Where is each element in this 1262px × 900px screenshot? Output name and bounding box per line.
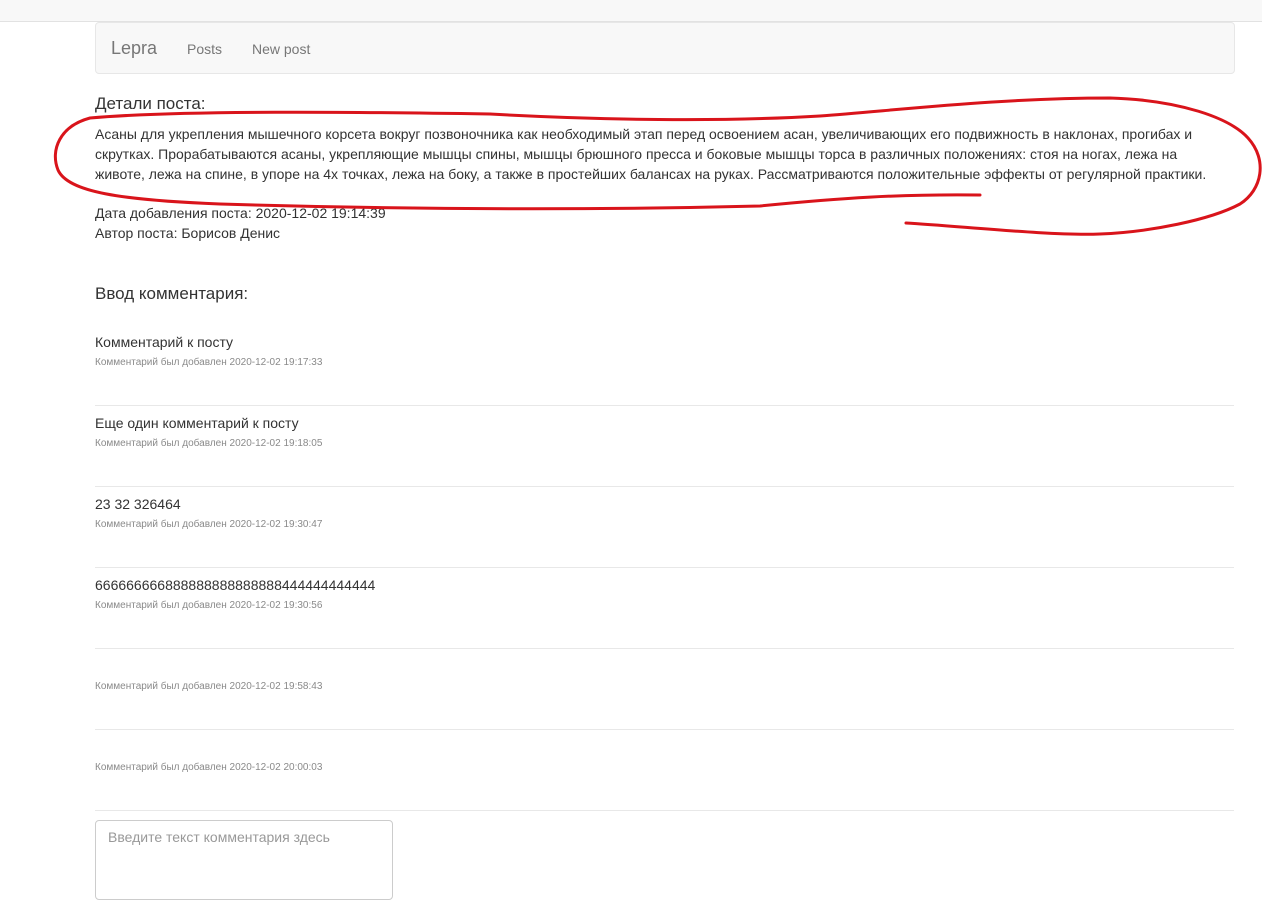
comment-meta: Комментарий был добавлен 2020-12-02 19:3… (95, 519, 323, 530)
comment-meta: Комментарий был добавлен 2020-12-02 19:1… (95, 357, 323, 368)
post-date: Дата добавления поста: 2020-12-02 19:14:… (95, 205, 386, 221)
post-body: Асаны для укрепления мышечного корсета в… (95, 126, 1207, 182)
comment-item: 666666666888888888888888444444444444 Ком… (95, 567, 1234, 649)
navbar-brand[interactable]: Lepra (111, 38, 157, 59)
navbar: Lepra Posts New post (95, 22, 1235, 74)
post-author: Автор поста: Борисов Денис (95, 225, 281, 241)
comment-item: 23 32 326464 Комментарий был добавлен 20… (95, 486, 1234, 568)
comment-item: Комментарий был добавлен 2020-12-02 19:5… (95, 648, 1234, 730)
comment-meta: Комментарий был добавлен 2020-12-02 19:1… (95, 438, 323, 449)
comment-meta: Комментарий был добавлен 2020-12-02 19:5… (95, 681, 323, 692)
comment-text: 666666666888888888888888444444444444 (95, 577, 376, 593)
comment-text: Комментарий к посту (95, 334, 234, 350)
comment-meta: Комментарий был добавлен 2020-12-02 20:0… (95, 762, 323, 773)
browser-top-strip (0, 0, 1262, 22)
post-details-heading: Детали поста: (95, 94, 206, 113)
nav-link-posts[interactable]: Posts (187, 41, 222, 57)
comments-heading: Ввод комментария: (95, 284, 249, 303)
comment-text: Еще один комментарий к посту (95, 415, 299, 431)
comment-meta: Комментарий был добавлен 2020-12-02 19:3… (95, 600, 323, 611)
nav-link-new-post[interactable]: New post (252, 41, 310, 57)
comment-textarea[interactable] (95, 820, 393, 900)
comment-item: Комментарий был добавлен 2020-12-02 20:0… (95, 729, 1234, 811)
comment-item: Еще один комментарий к посту Комментарий… (95, 405, 1234, 487)
comment-item: Комментарий к посту Комментарий был доба… (95, 324, 1234, 406)
comment-text: 23 32 326464 (95, 496, 181, 512)
